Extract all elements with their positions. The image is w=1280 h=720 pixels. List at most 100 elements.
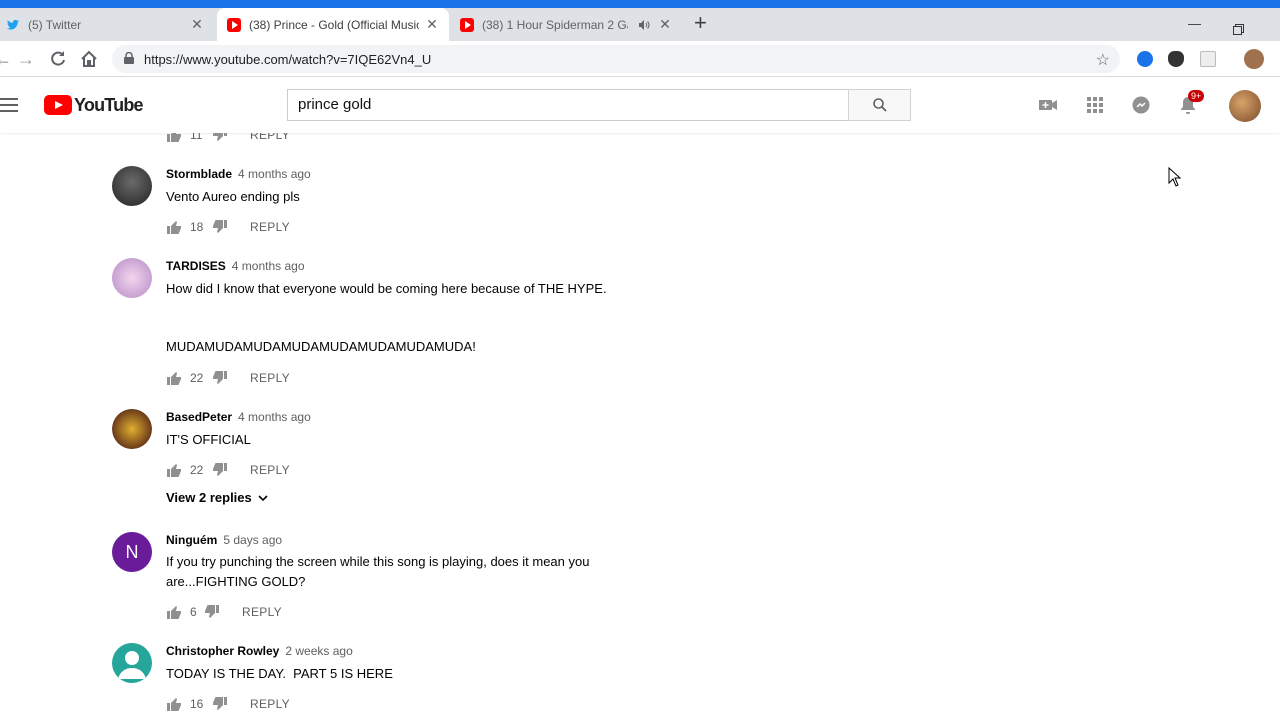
comment-header: Christopher Rowley 2 weeks ago	[166, 644, 353, 658]
comment-time[interactable]: 4 months ago	[238, 410, 311, 424]
like-icon[interactable]	[166, 133, 182, 143]
comment-time[interactable]: 5 days ago	[223, 533, 282, 547]
tab-title: (38) 1 Hour Spiderman 2 Ga	[482, 17, 628, 32]
tab-strip: (5) Twitter ✕ (38) Prince - Gold (Offici…	[0, 8, 1280, 41]
tab-prince-gold[interactable]: (38) Prince - Gold (Official Music ✕	[217, 8, 449, 41]
reply-button[interactable]: REPLY	[250, 133, 290, 142]
comment-author[interactable]: Ninguém	[166, 533, 217, 547]
close-tab-icon[interactable]: ✕	[658, 17, 672, 31]
youtube-icon	[460, 17, 474, 32]
youtube-logo-text: YouTube	[74, 94, 144, 115]
comment-avatar[interactable]	[112, 166, 152, 206]
youtube-play-icon	[44, 95, 72, 115]
close-tab-icon[interactable]: ✕	[190, 17, 204, 31]
comment-actions: 16 REPLY	[166, 694, 290, 714]
comment-actions: 22 REPLY	[166, 460, 290, 480]
comment-time[interactable]: 4 months ago	[232, 259, 305, 273]
tab-title: (38) Prince - Gold (Official Music	[249, 17, 419, 32]
like-count: 16	[190, 697, 204, 711]
dislike-icon[interactable]	[212, 133, 228, 143]
profile-avatar[interactable]	[1244, 49, 1264, 69]
reply-button[interactable]: REPLY	[250, 220, 290, 234]
youtube-icon	[227, 17, 241, 32]
create-video-icon[interactable]	[1038, 95, 1058, 115]
comment-author[interactable]: Stormblade	[166, 167, 232, 181]
comment-text: TODAY IS THE DAY. PART 5 IS HERE	[166, 666, 393, 681]
comment-header: BasedPeter 4 months ago	[166, 410, 311, 424]
extension-icon[interactable]	[1137, 51, 1153, 67]
comment-actions: 11 REPLY	[166, 133, 290, 145]
like-count: 22	[190, 371, 204, 385]
comment-time[interactable]: 2 weeks ago	[285, 644, 352, 658]
comment-avatar[interactable]	[112, 409, 152, 449]
messages-icon[interactable]	[1131, 95, 1151, 115]
tab-title: (5) Twitter	[28, 17, 82, 32]
comment-header: Ninguém 5 days ago	[166, 533, 282, 547]
reply-button[interactable]: REPLY	[250, 697, 290, 711]
comment-time[interactable]: 4 months ago	[238, 167, 311, 181]
comment-author[interactable]: TARDISES	[166, 259, 226, 273]
comment-author[interactable]: Christopher Rowley	[166, 644, 279, 658]
dislike-icon[interactable]	[212, 696, 228, 712]
extension-icon[interactable]	[1200, 51, 1216, 67]
comment-text: are...FIGHTING GOLD?	[166, 574, 306, 589]
like-icon[interactable]	[166, 604, 182, 620]
comment-author[interactable]: BasedPeter	[166, 410, 232, 424]
apps-grid-icon[interactable]	[1085, 95, 1105, 115]
twitter-icon	[6, 19, 20, 30]
like-icon[interactable]	[166, 462, 182, 478]
new-tab-button[interactable]: +	[694, 12, 707, 34]
like-icon[interactable]	[166, 219, 182, 235]
reply-button[interactable]: REPLY	[242, 605, 282, 619]
comments-section: 11 REPLY Stormblade 4 months ago Vento Au…	[0, 133, 1280, 720]
address-bar: ← → https://www.youtube.com/watch?v=7IQE…	[0, 41, 1280, 77]
speaker-icon[interactable]	[638, 19, 650, 31]
default-person-icon	[118, 651, 146, 679]
omnibox[interactable]: https://www.youtube.com/watch?v=7IQE62Vn…	[112, 45, 1120, 73]
comment-avatar[interactable]	[112, 643, 152, 683]
dislike-icon[interactable]	[212, 370, 228, 386]
view-replies-button[interactable]: View 2 replies	[166, 490, 268, 505]
restore-icon[interactable]	[1233, 24, 1244, 35]
comment-actions: 18 REPLY	[166, 217, 290, 237]
like-count: 6	[190, 605, 197, 619]
reply-button[interactable]: REPLY	[250, 463, 290, 477]
reload-icon[interactable]	[49, 50, 67, 68]
search-input[interactable]: prince gold	[287, 89, 849, 121]
bookmark-star-icon[interactable]: ☆	[1096, 50, 1110, 70]
dislike-icon[interactable]	[204, 604, 220, 620]
forward-icon[interactable]: →	[17, 50, 35, 68]
comment-text: If you try punching the screen while thi…	[166, 554, 590, 569]
notification-badge: 9+	[1188, 90, 1205, 102]
like-count: 22	[190, 463, 204, 477]
tab-twitter[interactable]: (5) Twitter ✕	[0, 8, 214, 41]
tab-spiderman[interactable]: (38) 1 Hour Spiderman 2 Ga ✕	[450, 8, 682, 41]
back-icon[interactable]: ←	[0, 50, 12, 68]
reply-button[interactable]: REPLY	[250, 371, 290, 385]
view-replies-label: View 2 replies	[166, 490, 252, 505]
home-icon[interactable]	[80, 50, 98, 68]
mouse-cursor-icon	[1168, 167, 1182, 187]
minimize-icon[interactable]: —	[1188, 16, 1201, 31]
comment-actions: 22 REPLY	[166, 368, 290, 388]
comment-avatar[interactable]	[112, 258, 152, 298]
like-icon[interactable]	[166, 370, 182, 386]
extension-flame-icon[interactable]	[1168, 51, 1184, 67]
close-tab-icon[interactable]: ✕	[425, 17, 439, 31]
like-icon[interactable]	[166, 696, 182, 712]
dislike-icon[interactable]	[212, 462, 228, 478]
lock-icon	[124, 52, 134, 64]
menu-icon[interactable]	[0, 97, 18, 113]
search-button[interactable]	[848, 89, 911, 121]
comment-text: Vento Aureo ending pls	[166, 189, 300, 204]
comment-text: MUDAMUDAMUDAMUDAMUDAMUDAMUDAMUDA!	[166, 339, 476, 354]
comment-avatar[interactable]: N	[112, 532, 152, 572]
like-count: 11	[190, 133, 203, 142]
youtube-header: YouTube prince gold 9+	[0, 77, 1280, 133]
youtube-logo[interactable]: YouTube	[44, 94, 144, 116]
comment-actions: 6 REPLY	[166, 602, 282, 622]
dislike-icon[interactable]	[212, 219, 228, 235]
comment-header: Stormblade 4 months ago	[166, 167, 311, 181]
url-text: https://www.youtube.com/watch?v=7IQE62Vn…	[144, 52, 432, 67]
account-avatar[interactable]	[1229, 90, 1261, 122]
